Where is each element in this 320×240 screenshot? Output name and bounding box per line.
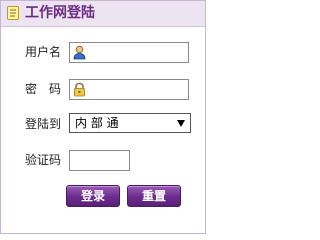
- captcha-input[interactable]: [69, 150, 130, 171]
- panel-title: 工作网登陆: [25, 5, 95, 21]
- reset-button[interactable]: 重置: [127, 185, 181, 207]
- login-button[interactable]: 登录: [66, 185, 120, 207]
- captcha-label: 验证码: [25, 153, 62, 167]
- password-label: 密 码: [25, 82, 62, 96]
- username-label: 用户名: [25, 45, 62, 59]
- user-icon: [73, 45, 86, 60]
- lock-icon: [74, 82, 85, 97]
- login-panel: 工作网登陆 用户名 密 码 登陆到 内 部 通 验证码 登录 重置: [0, 0, 206, 234]
- login-to-label: 登陆到: [25, 117, 62, 131]
- username-input[interactable]: [88, 44, 186, 61]
- panel-header: 工作网登陆: [1, 1, 205, 27]
- password-input[interactable]: [88, 81, 186, 98]
- password-field[interactable]: [69, 79, 189, 100]
- login-to-select[interactable]: 内 部 通: [69, 113, 191, 133]
- note-icon: [7, 6, 19, 20]
- login-to-selected-value: 内 部 通: [75, 116, 119, 130]
- chevron-down-icon[interactable]: [177, 120, 185, 127]
- username-field[interactable]: [69, 42, 189, 63]
